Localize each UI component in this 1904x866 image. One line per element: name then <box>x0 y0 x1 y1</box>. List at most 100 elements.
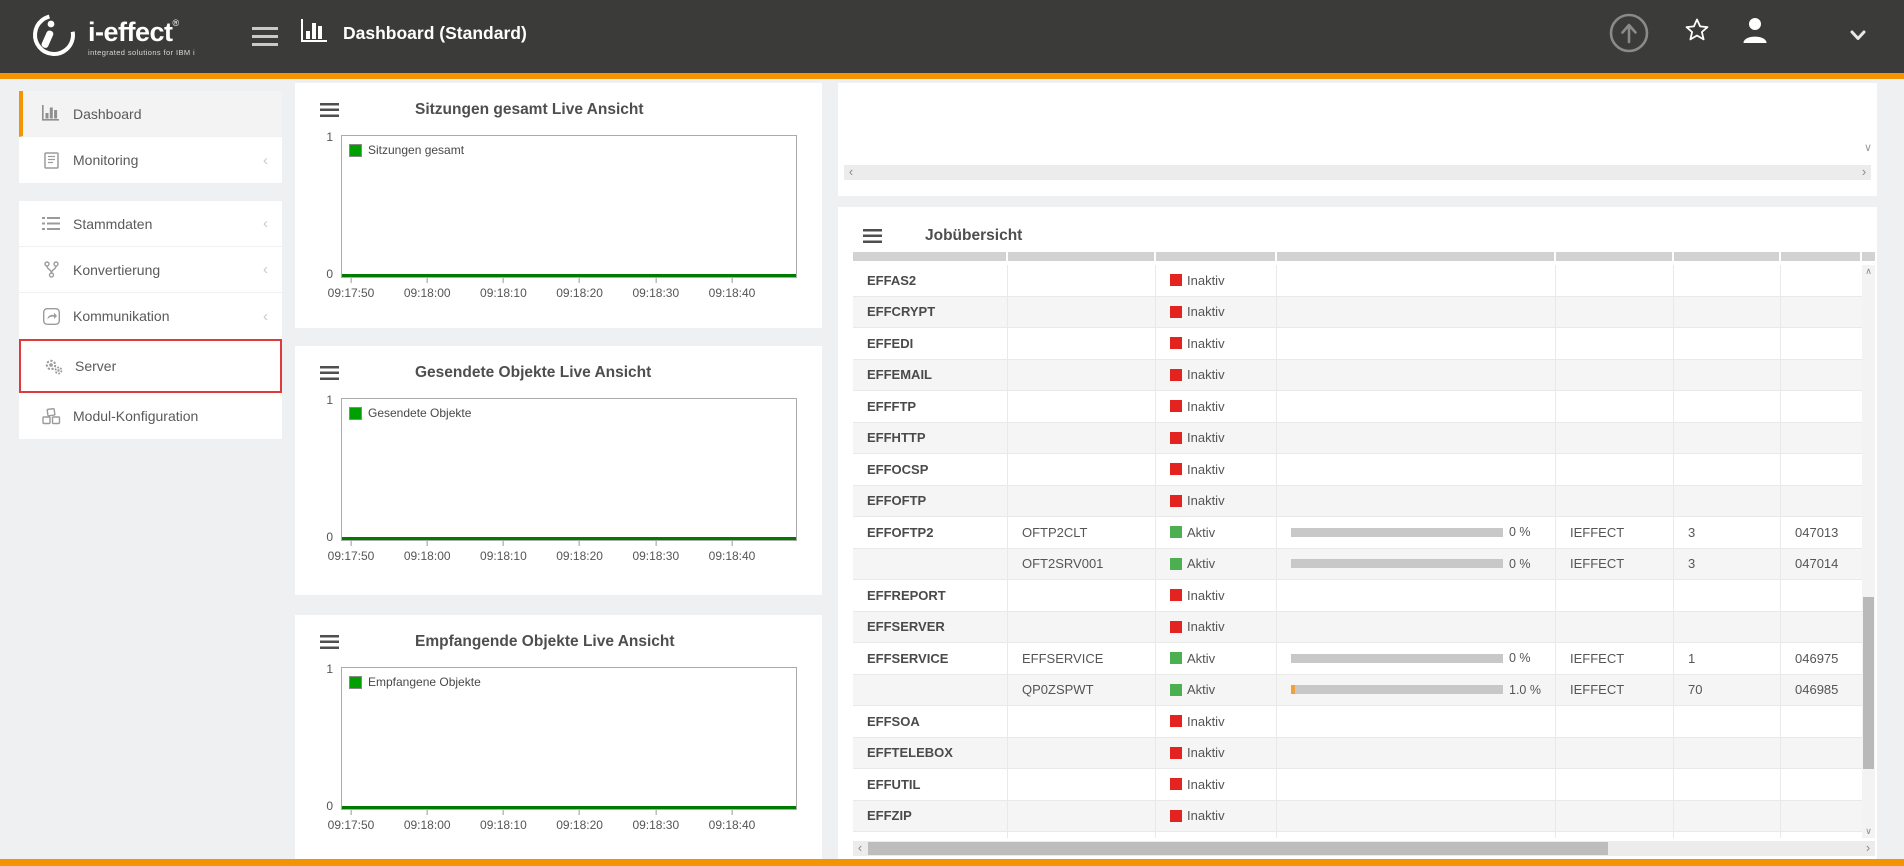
sidebar-item-stammdaten[interactable]: Stammdaten ‹ <box>19 201 282 247</box>
job-server-cell <box>1556 580 1674 611</box>
table-row[interactable]: EFFOFTP2OFTP2CLTAktiv0 %IEFFECT3047013 <box>853 517 1862 549</box>
job-server-cell <box>1556 391 1674 422</box>
table-row[interactable]: EFFSERVERInaktiv <box>853 612 1862 644</box>
scroll-left-arrow-icon[interactable]: ‹ <box>853 841 867 856</box>
table-row[interactable]: EFFEMAILInaktiv <box>853 360 1862 392</box>
x-tick-mark <box>732 278 733 283</box>
job-status-cell: Inaktiv <box>1156 738 1277 769</box>
table-row[interactable]: EFFSERVICEEFFSERVICEAktiv0 %IEFFECT10469… <box>853 643 1862 675</box>
job-count-cell <box>1674 360 1781 391</box>
panel-menu-icon[interactable] <box>863 229 882 243</box>
topbar: i-effect® integrated solutions for IBM i… <box>0 0 1904 73</box>
x-tick-mark <box>427 810 428 815</box>
job-progress-cell <box>1277 454 1556 485</box>
job-server-cell: IEFFECT <box>1556 643 1674 674</box>
status-label: Aktiv <box>1187 525 1215 540</box>
table-row[interactable]: EFFOFTPInaktiv <box>853 486 1862 518</box>
account-chevron-down-icon[interactable] <box>1850 28 1866 46</box>
sidebar-item-konvertierung[interactable]: Konvertierung ‹ <box>19 247 282 293</box>
table-row[interactable]: OFT2SRV001Aktiv0 %IEFFECT3047014 <box>853 549 1862 581</box>
job-id-cell <box>1781 769 1862 800</box>
status-active-square-icon <box>1170 526 1182 538</box>
job-id-cell <box>1781 265 1862 296</box>
panel-menu-icon[interactable] <box>320 635 339 649</box>
scroll-right-arrow-icon[interactable]: › <box>1861 841 1875 856</box>
table-row[interactable]: EFFFTPInaktiv <box>853 391 1862 423</box>
empty-cell <box>853 832 1008 838</box>
status-inactive-square-icon <box>1170 463 1182 475</box>
x-tick-label: 09:18:30 <box>632 549 679 563</box>
job-name-cell: EFFOCSP <box>853 454 1008 485</box>
job-server-cell: IEFFECT <box>1556 517 1674 548</box>
x-tick-mark <box>503 541 504 546</box>
job-name-cell: EFFOFTP2 <box>853 517 1008 548</box>
job-name-cell: EFFEDI <box>853 328 1008 359</box>
upload-circle-icon[interactable] <box>1608 12 1650 59</box>
horizontal-scrollbar[interactable]: ‹ › <box>844 165 1871 180</box>
sidebar-item-server[interactable]: Server <box>21 341 280 391</box>
job-progress-cell <box>1277 360 1556 391</box>
fork-icon <box>41 261 61 278</box>
x-tick: 09:18:00 <box>404 278 451 300</box>
job-name-cell: EFFSOA <box>853 706 1008 737</box>
app-logo[interactable]: i-effect® integrated solutions for IBM i <box>30 11 195 64</box>
scroll-down-arrow-icon[interactable]: ∨ <box>1862 825 1875 838</box>
empty-cell <box>1781 832 1862 838</box>
status-inactive-square-icon <box>1170 432 1182 444</box>
sidebar-item-label: Konvertierung <box>73 262 160 278</box>
table-row[interactable]: EFFZIPInaktiv <box>853 801 1862 833</box>
job-progress-cell <box>1277 297 1556 328</box>
user-profile-icon[interactable] <box>1740 15 1770 50</box>
status-inactive-square-icon <box>1170 337 1182 349</box>
scrollbar-down-arrow-icon[interactable]: ∨ <box>1864 141 1872 154</box>
job-progress-cell <box>1277 738 1556 769</box>
table-row[interactable]: EFFSOA Inaktiv <box>853 706 1862 738</box>
sidebar-item-modul-konfiguration[interactable]: Modul-Konfiguration <box>19 393 282 439</box>
table-row[interactable]: EFFEDIInaktiv <box>853 328 1862 360</box>
table-row[interactable]: EFFUTILInaktiv <box>853 769 1862 801</box>
x-tick-mark <box>351 541 352 546</box>
scroll-left-arrow-icon[interactable]: ‹ <box>844 165 858 180</box>
scroll-right-arrow-icon[interactable]: › <box>1857 165 1871 180</box>
sidebar-toggle-menu-icon[interactable] <box>252 27 278 46</box>
job-name-cell: EFFTELEBOX <box>853 738 1008 769</box>
job-name-cell: EFFUTIL <box>853 769 1008 800</box>
job-status-cell: Inaktiv <box>1156 297 1277 328</box>
job-status-cell: Inaktiv <box>1156 423 1277 454</box>
job-progress-cell <box>1277 486 1556 517</box>
scroll-up-arrow-icon[interactable]: ∧ <box>1862 265 1875 278</box>
panel-gesendete-live: Gesendete Objekte Live Ansicht 1 0 Gesen… <box>295 346 822 595</box>
table-row[interactable]: EFFAS2Inaktiv <box>853 265 1862 297</box>
job-name-cell <box>853 549 1008 580</box>
status-label: Inaktiv <box>1187 430 1225 445</box>
status-label: Inaktiv <box>1187 367 1225 382</box>
progress-bar-track <box>1291 559 1503 568</box>
job-subjob-cell: OFTP2CLT <box>1008 517 1156 548</box>
sidebar-item-monitoring[interactable]: Monitoring ‹ <box>19 137 282 183</box>
table-row[interactable]: EFFCRYPTInaktiv <box>853 297 1862 329</box>
x-tick-mark <box>503 810 504 815</box>
job-subjob-cell <box>1008 706 1156 737</box>
bottom-accent-bar <box>0 859 1904 866</box>
horizontal-scrollbar[interactable]: ‹ › <box>853 841 1875 856</box>
panel-menu-icon[interactable] <box>320 366 339 380</box>
job-subjob-cell: QP0ZSPWT <box>1008 675 1156 706</box>
sidebar-item-kommunikation[interactable]: Kommunikation ‹ <box>19 293 282 339</box>
sidebar-item-dashboard[interactable]: Dashboard <box>19 91 282 137</box>
job-progress-cell <box>1277 328 1556 359</box>
job-count-cell <box>1674 486 1781 517</box>
table-row[interactable]: EFFHTTPInaktiv <box>853 423 1862 455</box>
vertical-scrollbar[interactable]: ∧ ∨ <box>1862 265 1875 838</box>
y-axis-max-label: 1 <box>317 662 333 676</box>
favorite-star-icon[interactable] <box>1684 17 1710 48</box>
x-tick: 09:18:20 <box>556 810 603 832</box>
vertical-scrollbar-thumb[interactable] <box>1863 597 1874 769</box>
horizontal-scrollbar-thumb[interactable] <box>868 842 1608 855</box>
table-row[interactable]: QP0ZSPWTAktiv1.0 %IEFFECT70046985 <box>853 675 1862 707</box>
table-row[interactable]: EFFOCSPInaktiv <box>853 454 1862 486</box>
job-status-cell: Inaktiv <box>1156 706 1277 737</box>
table-row[interactable]: EFFTELEBOX Inaktiv <box>853 738 1862 770</box>
table-row[interactable]: EFFREPORTInaktiv <box>853 580 1862 612</box>
panel-menu-icon[interactable] <box>320 103 339 117</box>
x-tick-label: 09:18:20 <box>556 549 603 563</box>
